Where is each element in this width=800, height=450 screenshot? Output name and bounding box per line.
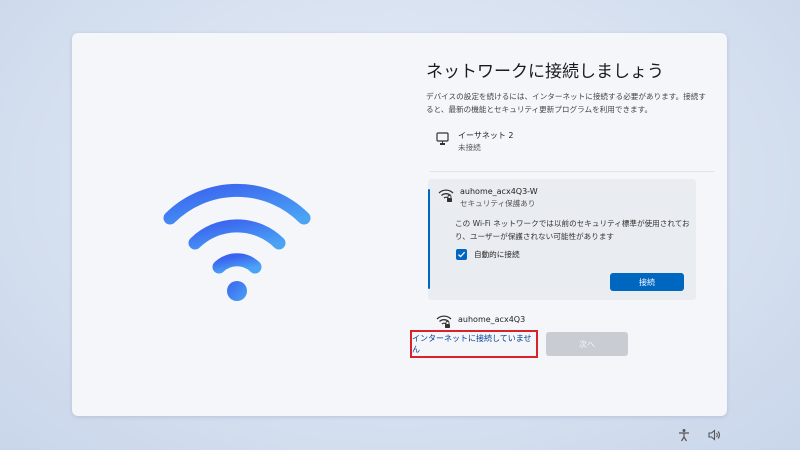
wifi-lock-icon <box>438 189 454 202</box>
network-item-selected[interactable]: auhome_acx4Q3-W セキュリティ保護あり この Wi-Fi ネットワ… <box>428 179 696 300</box>
no-internet-link[interactable]: インターネットに接続していません <box>410 330 538 358</box>
selection-indicator <box>428 189 430 289</box>
oobe-card: ネットワークに接続しましょう デバイスの設定を続けるには、インターネットに接続す… <box>72 33 727 416</box>
volume-icon[interactable] <box>707 428 721 442</box>
accessibility-icon[interactable] <box>677 428 691 442</box>
page-description: デバイスの設定を続けるには、インターネットに接続する必要があります。接続すると、… <box>426 92 706 114</box>
wifi-hero-icon <box>163 183 311 301</box>
auto-connect-label: 自動的に接続 <box>474 250 520 259</box>
network-item-other[interactable]: auhome_acx4Q3 <box>436 312 525 329</box>
network-panel: ネットワークに接続しましょう デバイスの設定を続けるには、インターネットに接続す… <box>424 33 714 416</box>
wifi-lock-icon <box>436 315 452 328</box>
selected-network-header: auhome_acx4Q3-W セキュリティ保護あり <box>438 186 538 210</box>
ethernet-name: イーサネット 2 <box>458 131 514 140</box>
selected-network-status: セキュリティ保護あり <box>460 199 536 208</box>
next-button[interactable]: 次へ <box>546 332 628 356</box>
selected-network-name: auhome_acx4Q3-W <box>460 187 538 196</box>
auto-connect-checkbox[interactable]: 自動的に接続 <box>456 249 520 260</box>
ethernet-icon <box>436 132 449 145</box>
ethernet-status: 未接続 <box>458 143 481 152</box>
other-network-name: auhome_acx4Q3 <box>458 315 526 324</box>
connect-button[interactable]: 接続 <box>610 273 684 291</box>
security-warning: この Wi-Fi ネットワークでは以前のセキュリティ標準が使用されており、ユーザ… <box>455 219 690 241</box>
page-title: ネットワークに接続しましょう <box>426 62 664 82</box>
divider <box>430 171 714 172</box>
checkbox-checked-icon[interactable] <box>456 249 467 260</box>
network-item-ethernet[interactable]: イーサネット 2 未接続 <box>436 130 513 154</box>
